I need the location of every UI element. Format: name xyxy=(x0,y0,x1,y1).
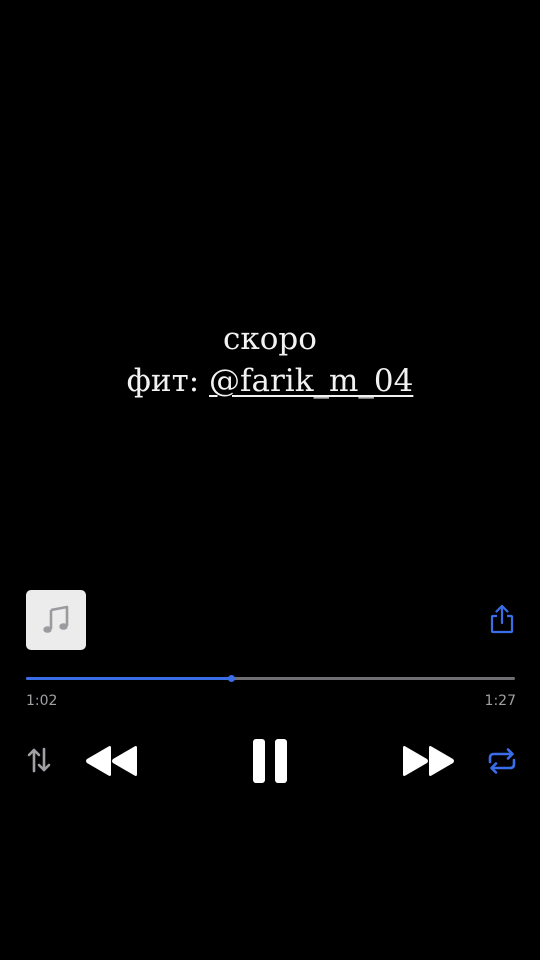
caption-overlay: скоро фит: @farik_m_04 xyxy=(0,318,540,402)
previous-button[interactable] xyxy=(82,741,140,781)
pause-icon xyxy=(253,739,287,783)
progress-knob[interactable] xyxy=(228,675,236,682)
repeat-button[interactable] xyxy=(484,744,520,778)
sort-button[interactable] xyxy=(22,742,56,778)
music-note-icon xyxy=(43,605,69,633)
total-time: 1:27 xyxy=(484,693,516,709)
next-button[interactable] xyxy=(400,741,458,781)
rewind-icon xyxy=(86,746,137,776)
elapsed-time: 1:02 xyxy=(26,693,58,709)
caption-line-soon: скоро xyxy=(223,321,317,357)
mention-link[interactable]: @farik_m_04 xyxy=(209,363,413,399)
caption-line-feat: фит: @farik_m_04 xyxy=(0,360,540,402)
player-screen: скоро фит: @farik_m_04 1:02 1:27 xyxy=(0,0,540,960)
album-artwork[interactable] xyxy=(26,590,86,650)
share-icon xyxy=(490,604,514,634)
pause-button[interactable] xyxy=(250,736,290,786)
sort-arrows-icon xyxy=(27,747,51,773)
share-button[interactable] xyxy=(487,602,517,636)
progress-fill xyxy=(26,677,232,680)
caption-feat-prefix: фит: xyxy=(126,363,210,399)
playback-progress-slider[interactable] xyxy=(26,672,515,686)
fast-forward-icon xyxy=(403,746,454,776)
repeat-icon xyxy=(488,748,516,774)
